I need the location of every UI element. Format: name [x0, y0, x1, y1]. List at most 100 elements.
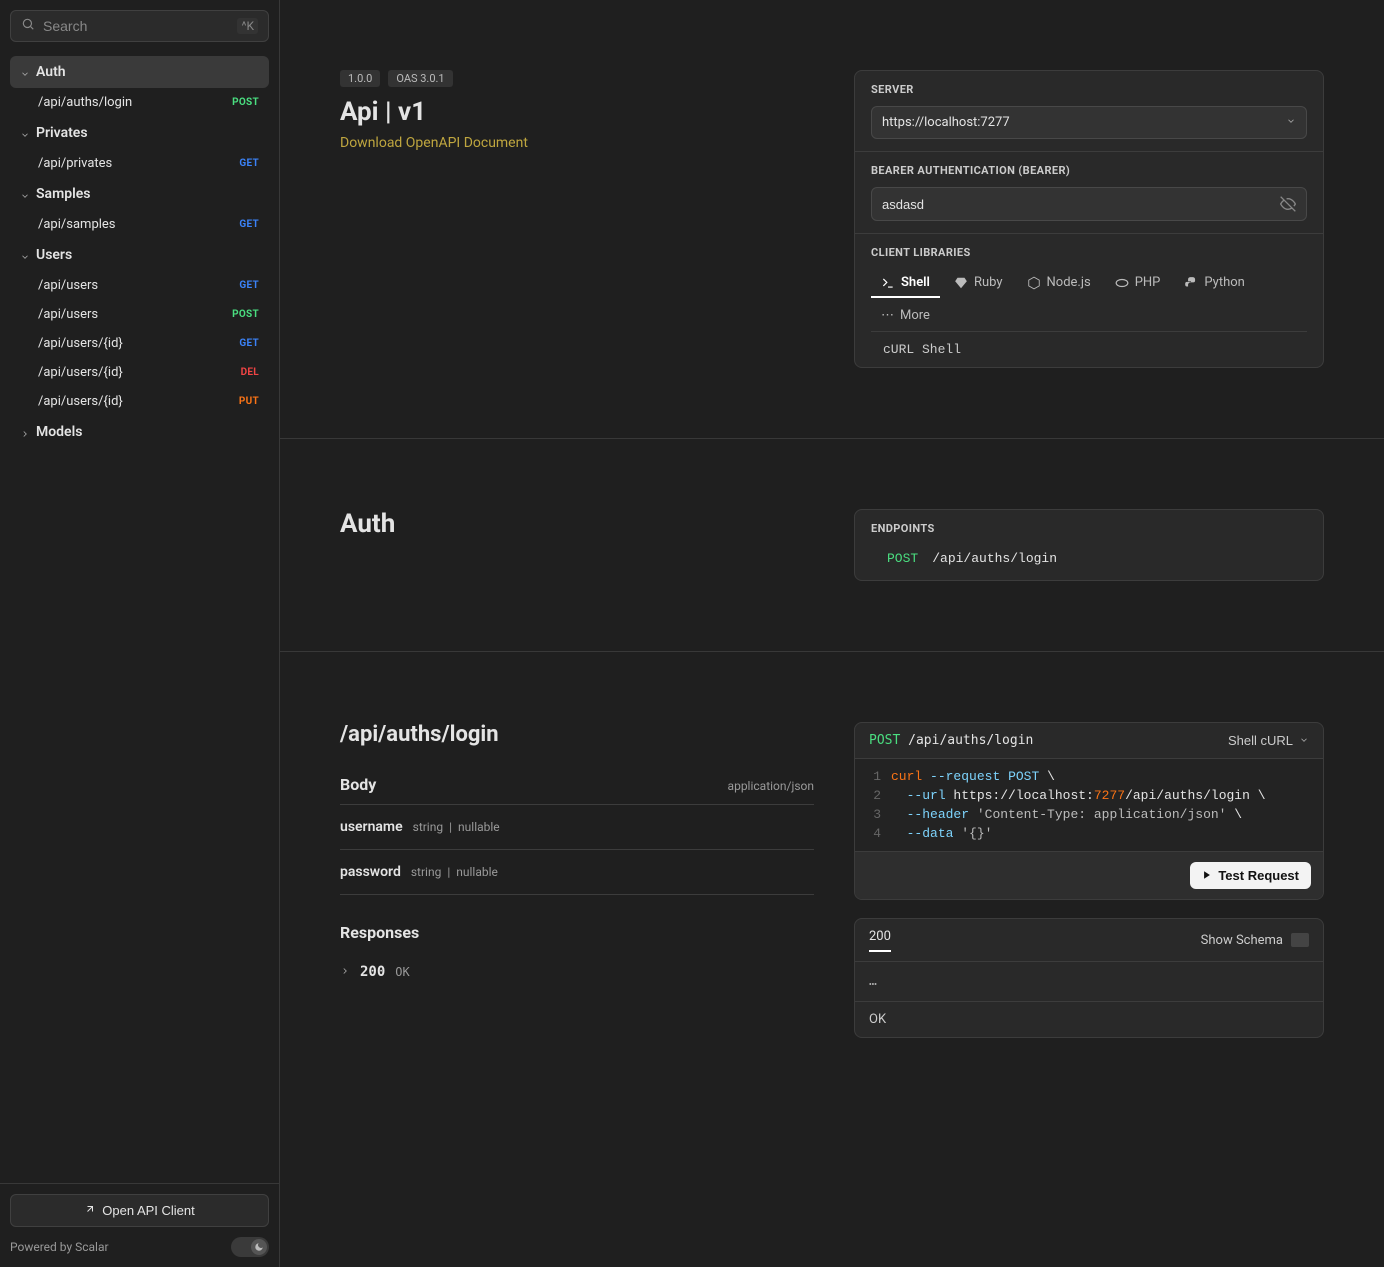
- param-name: username: [340, 819, 403, 835]
- lib-tab-python[interactable]: Python: [1174, 269, 1254, 298]
- client-libs-tabs: ShellRubyNode.jsPHPPython ⋯More: [871, 269, 1307, 332]
- auth-group-section: Auth ENDPOINTS POST /api/auths/login: [280, 439, 1384, 652]
- moon-icon: [251, 1239, 267, 1255]
- sidebar-item-path: /api/samples: [38, 217, 116, 232]
- search-icon: [21, 17, 35, 35]
- eye-off-icon[interactable]: [1280, 196, 1296, 212]
- param-row: usernamestring|nullable: [340, 805, 814, 850]
- sidebar-item[interactable]: /api/users/{id}GET: [10, 329, 269, 358]
- sidebar-group-samples[interactable]: Samples: [10, 178, 269, 210]
- version-badge: 1.0.0: [340, 70, 380, 87]
- operation-section: /api/auths/login Body application/json u…: [280, 652, 1384, 1108]
- sidebar-group-label: Auth: [36, 64, 66, 80]
- param-type: string|nullable: [411, 865, 498, 879]
- endpoint-path: /api/auths/login: [932, 551, 1057, 566]
- method-badge: GET: [239, 338, 259, 349]
- api-title: Api | v1: [340, 97, 814, 127]
- request-lang-select[interactable]: Shell cURL: [1228, 733, 1309, 748]
- lib-tab-more[interactable]: ⋯More: [871, 302, 940, 331]
- more-icon: ⋯: [881, 308, 894, 323]
- endpoints-panel: ENDPOINTS POST /api/auths/login: [854, 509, 1324, 581]
- sidebar-item-path: /api/users: [38, 307, 98, 322]
- method-badge: GET: [239, 158, 259, 169]
- param-name: password: [340, 864, 401, 880]
- sidebar-item[interactable]: /api/auths/loginPOST: [10, 88, 269, 117]
- code-block: 1curl --request POST \2 --url https://lo…: [855, 759, 1323, 851]
- responses-label: Responses: [340, 923, 814, 942]
- sidebar-group-models[interactable]: Models: [10, 416, 269, 448]
- auth-section-title: Auth: [340, 509, 814, 539]
- intro-section: 1.0.0 OAS 3.0.1 Api | v1 Download OpenAP…: [280, 0, 1384, 439]
- search-box[interactable]: ^K: [10, 10, 269, 42]
- lib-tab-php[interactable]: PHP: [1105, 269, 1171, 298]
- line-number: 2: [869, 788, 891, 803]
- sidebar-group-label: Privates: [36, 125, 88, 141]
- lib-tab-nodejs[interactable]: Node.js: [1017, 269, 1101, 298]
- download-openapi-link[interactable]: Download OpenAPI Document: [340, 135, 814, 151]
- node.js-icon: [1027, 276, 1041, 290]
- endpoint-row[interactable]: POST /api/auths/login: [855, 541, 1323, 580]
- line-number: 4: [869, 826, 891, 841]
- search-input[interactable]: [43, 18, 229, 34]
- chevron-down-icon: [20, 67, 30, 77]
- sidebar-item[interactable]: /api/samples GET: [10, 210, 269, 239]
- sidebar-group-privates[interactable]: Privates: [10, 117, 269, 149]
- show-schema-button[interactable]: Show Schema: [1201, 929, 1309, 951]
- sidebar-item[interactable]: /api/users/{id} DEL: [10, 358, 269, 387]
- request-panel: POST /api/auths/login Shell cURL 1curl -…: [854, 722, 1324, 900]
- lib-tab-ruby[interactable]: Ruby: [944, 269, 1013, 298]
- sidebar-group-users[interactable]: Users: [10, 239, 269, 271]
- method-badge: POST: [232, 97, 259, 108]
- test-request-button[interactable]: Test Request: [1190, 862, 1311, 889]
- ruby-icon: [954, 276, 968, 290]
- open-api-client-button[interactable]: Open API Client: [10, 1194, 269, 1227]
- chevron-down-icon: [20, 189, 30, 199]
- sidebar-item[interactable]: /api/usersGET: [10, 271, 269, 300]
- code-line: 2 --url https://localhost:7277/api/auths…: [855, 786, 1323, 805]
- server-select[interactable]: https://localhost:7277: [871, 106, 1307, 139]
- sidebar-group-auth[interactable]: Auth: [10, 56, 269, 88]
- method-badge: POST: [232, 309, 259, 320]
- sidebar-item-path: /api/users/{id}: [38, 394, 123, 409]
- method-badge: GET: [239, 219, 259, 230]
- libs-label: CLIENT LIBRARIES: [871, 246, 1307, 259]
- content-type: application/json: [728, 779, 814, 793]
- chevron-right-icon: [340, 964, 350, 980]
- sidebar-item[interactable]: /api/users/{id}PUT: [10, 387, 269, 416]
- server-value: https://localhost:7277: [882, 115, 1010, 130]
- shell-icon: [881, 276, 895, 290]
- chevron-down-icon: [1286, 115, 1296, 130]
- search-shortcut: ^K: [237, 18, 258, 34]
- response-status: OK: [855, 1001, 1323, 1037]
- theme-toggle[interactable]: [231, 1237, 269, 1257]
- chevron-down-icon: [1299, 733, 1309, 748]
- sidebar: ^K Auth/api/auths/loginPOST Privates/api/…: [0, 0, 280, 1267]
- param-row: password string|nullable: [340, 850, 814, 895]
- oas-badge: OAS 3.0.1: [388, 70, 452, 87]
- method-badge: GET: [239, 280, 259, 291]
- sidebar-group-label: Models: [36, 424, 82, 440]
- config-panel: SERVER https://localhost:7277 BEARER AUT…: [854, 70, 1324, 368]
- sidebar-item[interactable]: /api/users POST: [10, 300, 269, 329]
- chevron-down-icon: [20, 128, 30, 138]
- sidebar-item[interactable]: /api/privates GET: [10, 149, 269, 178]
- main-content: 1.0.0 OAS 3.0.1 Api | v1 Download OpenAP…: [280, 0, 1384, 1267]
- params-list: usernamestring|nullable password string|nu…: [340, 805, 814, 895]
- sidebar-item-path: /api/users/{id}: [38, 365, 123, 380]
- line-number: 1: [869, 769, 891, 784]
- open-api-client-label: Open API Client: [102, 1203, 195, 1218]
- response-panel-code[interactable]: 200: [869, 929, 891, 952]
- play-icon: [1202, 868, 1212, 883]
- powered-by-label: Powered by Scalar: [10, 1240, 109, 1254]
- method-badge: DEL: [241, 367, 259, 378]
- response-row[interactable]: 200 OK: [340, 958, 814, 986]
- endpoint-method: POST: [887, 551, 918, 566]
- code-line: 3 --header 'Content-Type: application/js…: [855, 805, 1323, 824]
- auth-token-input[interactable]: [882, 197, 1280, 212]
- sidebar-nav: Auth/api/auths/loginPOST Privates/api/pri…: [0, 52, 279, 1183]
- sidebar-item-path: /api/privates: [38, 156, 112, 171]
- response-code: 200: [360, 964, 385, 980]
- code-line: 4 --data '{}': [855, 824, 1323, 843]
- lib-tab-shell[interactable]: Shell: [871, 269, 940, 298]
- operation-title: /api/auths/login: [340, 722, 814, 747]
